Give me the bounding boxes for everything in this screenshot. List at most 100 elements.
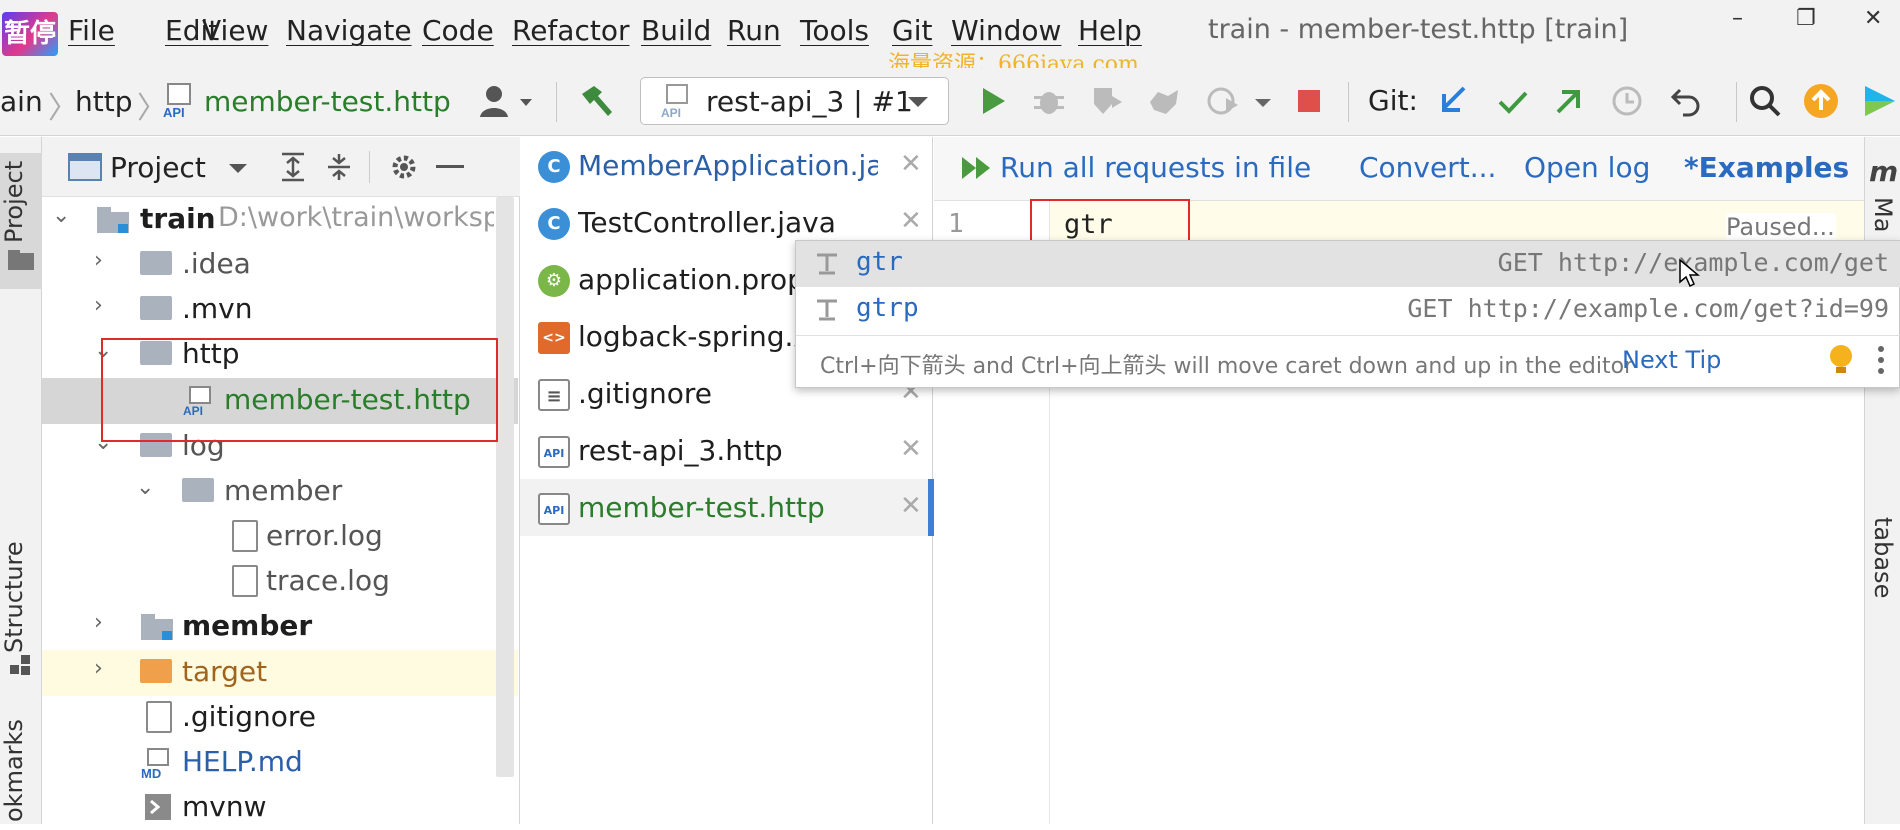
tree-item-trace-log[interactable]: trace.log (42, 559, 520, 604)
stop-icon[interactable] (1290, 82, 1328, 120)
close-tab-icon[interactable]: ✕ (900, 434, 922, 464)
search-icon[interactable] (1746, 82, 1784, 120)
run-configuration-label: rest-api_3 | #1 (706, 85, 913, 118)
live-template-icon (817, 253, 837, 275)
tree-item-target[interactable]: › target (42, 650, 520, 695)
run-all-requests-button[interactable]: Run all requests in file (1000, 151, 1311, 184)
tree-item-error-log[interactable]: error.log (42, 514, 520, 559)
tree-item-path: D:\work\train\workspace (218, 202, 494, 233)
lightbulb-icon[interactable] (1828, 343, 1854, 377)
coverage-icon[interactable] (1088, 82, 1126, 120)
structure-tool-tab[interactable]: Structure (0, 537, 42, 657)
chevron-down-icon[interactable]: ⌄ (136, 475, 154, 500)
breadcrumb-folder[interactable]: http (75, 85, 132, 118)
menu-git[interactable]: Git (892, 14, 932, 47)
menu-navigate[interactable]: Navigate (286, 14, 412, 47)
next-tip-link[interactable]: Next Tip (1622, 346, 1721, 374)
tree-item-help-md[interactable]: MD HELP.md (42, 740, 520, 785)
tree-item-idea[interactable]: › .idea (42, 242, 520, 287)
hide-panel-icon[interactable] (436, 165, 464, 169)
tab-label: rest-api_3.http (578, 434, 783, 467)
tree-item-label: mvnw (182, 790, 267, 823)
update-available-icon[interactable] (1802, 82, 1840, 120)
git-commit-check-icon[interactable] (1494, 82, 1532, 120)
git-update-arrow-icon[interactable] (1434, 82, 1472, 120)
chevron-right-icon[interactable]: › (94, 656, 103, 681)
toolbar-divider (369, 151, 370, 183)
build-hammer-icon[interactable] (576, 82, 616, 122)
rollback-undo-icon[interactable] (1668, 82, 1706, 120)
tree-item-mvn[interactable]: › .mvn (42, 287, 520, 332)
project-panel-title[interactable]: Project (110, 151, 206, 184)
maven-tool-tab[interactable]: Ma (1869, 197, 1897, 232)
minimize-button[interactable]: – (1732, 6, 1743, 31)
menu-help[interactable]: Help (1078, 14, 1142, 47)
properties-file-icon: ⚙ (538, 265, 570, 297)
menu-code[interactable]: Code (422, 14, 494, 47)
run-all-icon[interactable] (960, 153, 996, 183)
tree-item-label: error.log (266, 519, 383, 552)
text-file-icon (232, 565, 258, 597)
text-file-icon: ≡ (538, 379, 570, 411)
close-window-button[interactable]: ✕ (1864, 6, 1882, 31)
attach-profiler-icon[interactable] (1204, 82, 1242, 120)
history-clock-icon[interactable] (1608, 82, 1646, 120)
tree-item-mvnw[interactable]: mvnw (42, 785, 520, 830)
project-tool-tab[interactable]: Project (0, 157, 42, 247)
expand-all-icon[interactable] (278, 151, 308, 183)
bookmarks-tool-tab[interactable]: okmarks (0, 717, 42, 824)
tree-item-gitignore[interactable]: .gitignore (42, 695, 520, 740)
tab-rest-api-3[interactable]: API rest-api_3.http ✕ (520, 422, 933, 479)
breadcrumb-file[interactable]: member-test.http (204, 85, 451, 118)
git-push-arrow-icon[interactable] (1550, 82, 1588, 120)
close-tab-icon[interactable]: ✕ (900, 491, 922, 521)
user-icon[interactable] (478, 83, 538, 119)
close-tab-icon[interactable]: ✕ (900, 149, 922, 179)
database-tool-tab[interactable]: tabase (1869, 517, 1897, 598)
run-configuration-selector[interactable]: API rest-api_3 | #1 (640, 77, 949, 125)
project-view-icon (68, 153, 102, 181)
debug-icon[interactable] (1030, 82, 1068, 120)
chevron-down-icon[interactable] (1254, 98, 1272, 108)
more-options-icon[interactable] (1876, 345, 1886, 375)
tab-member-application[interactable]: C MemberApplication.java ✕ (520, 137, 933, 194)
app-logo: 暂停 (2, 12, 58, 56)
menu-file[interactable]: File (68, 14, 115, 47)
breadcrumb-project[interactable]: ain (0, 85, 43, 118)
chevron-down-icon[interactable]: ⌄ (52, 203, 70, 228)
menu-tools[interactable]: Tools (800, 14, 869, 47)
completion-item[interactable]: gtrp GET http://example.com/get?id=99 (796, 287, 1900, 333)
menu-refactor[interactable]: Refactor (512, 14, 629, 47)
menu-window[interactable]: Window (951, 14, 1061, 47)
maven-logo-icon[interactable]: m (1869, 155, 1898, 188)
open-log-button[interactable]: Open log (1524, 151, 1650, 184)
gear-icon[interactable] (388, 151, 420, 183)
tree-item-member-module[interactable]: › member (42, 604, 520, 649)
completion-item-selected[interactable]: gtr GET http://example.com/get (796, 241, 1900, 287)
convert-button[interactable]: Convert... (1359, 151, 1496, 184)
tree-item-train[interactable]: ⌄ train D:\work\train\workspace (42, 197, 520, 242)
menu-run[interactable]: Run (727, 14, 781, 47)
http-client-toolbar: Run all requests in file Convert... Open… (934, 137, 1864, 201)
menu-build[interactable]: Build (641, 14, 711, 47)
menu-view[interactable]: View (202, 14, 268, 47)
restore-button[interactable]: ❐ (1796, 6, 1816, 31)
chevron-down-icon[interactable] (228, 163, 248, 175)
profiler-icon[interactable] (1146, 82, 1184, 120)
window-title: train - member-test.http [train] (1208, 14, 1629, 45)
popup-divider (796, 335, 1900, 336)
chevron-right-icon[interactable]: › (94, 293, 103, 318)
git-label: Git: (1368, 84, 1418, 117)
api-file-icon: API (163, 83, 191, 120)
chevron-right-icon[interactable]: › (94, 610, 103, 635)
jetbrains-logo-icon[interactable] (1860, 82, 1900, 120)
collapse-all-icon[interactable] (324, 151, 354, 183)
tree-item-log-member[interactable]: ⌄ member (42, 469, 520, 514)
run-icon[interactable] (973, 82, 1011, 120)
close-tab-icon[interactable]: ✕ (900, 206, 922, 236)
folder-icon (8, 250, 34, 270)
chevron-right-icon[interactable]: › (94, 248, 103, 273)
examples-button[interactable]: *Examples (1684, 151, 1849, 184)
tab-member-test-http-active[interactable]: API member-test.http ✕ (520, 479, 934, 536)
line-number: 1 (948, 209, 964, 239)
